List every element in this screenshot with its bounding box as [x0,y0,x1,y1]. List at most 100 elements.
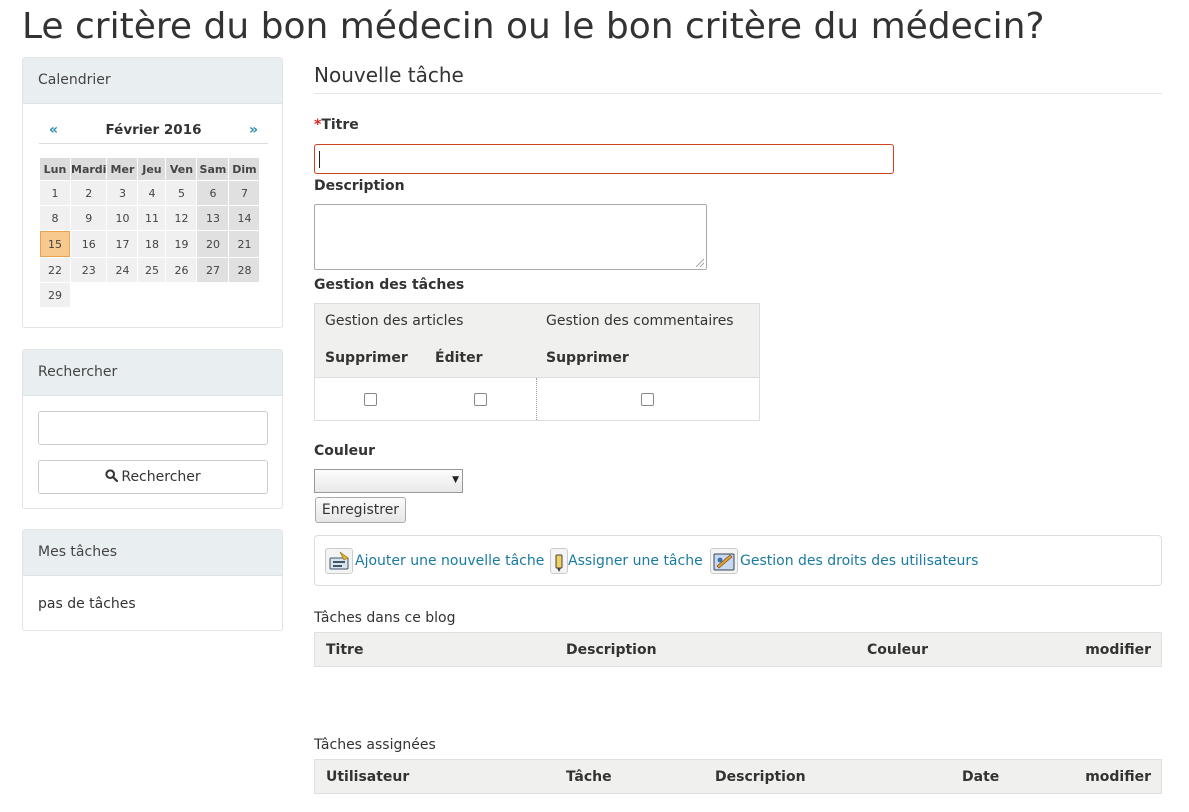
column-header-description: Description [566,642,657,658]
calendar-day-today[interactable]: 15 [40,231,70,257]
calendar-day[interactable]: 26 [166,258,197,282]
permission-cell [314,377,425,421]
calendar-day[interactable]: 7 [229,181,260,205]
calendar-day[interactable]: 1 [40,181,70,205]
calendar-day[interactable]: 8 [40,206,70,230]
column-header-edit: modifier [1085,642,1151,658]
column-header-color: Couleur [867,642,929,658]
manage-rights-label: Gestion des droits des utilisateurs [740,553,979,569]
column-header-date: Date [962,769,1000,785]
column-header-description: Description [715,769,806,785]
calendar-day[interactable]: 20 [197,231,229,257]
assign-task-icon [550,548,568,574]
calendar-empty-cell [71,283,106,307]
calendar-empty-cell [107,283,137,307]
delete-articles-checkbox[interactable] [363,392,377,406]
calendar-heading: Calendrier [23,58,282,104]
my-tasks-panel: Mes tâches pas de tâches [22,529,283,631]
calendar-day[interactable]: 18 [138,231,166,257]
calendar-empty-cell [197,283,228,307]
weekday-header: Mer [107,158,138,180]
description-textarea[interactable] [314,204,707,270]
permission-cell [425,377,536,421]
permission-cell [535,377,760,421]
calendar-empty-cell [229,283,259,307]
my-tasks-heading: Mes tâches [23,530,282,576]
calendar-panel: Calendrier « Février 2016 » Lun Mardi Me… [22,57,283,328]
calendar-day[interactable]: 16 [71,231,107,257]
weekday-header: Lun [40,158,70,180]
color-label: Couleur [314,443,376,459]
search-input[interactable] [38,411,268,445]
text-caret [319,151,320,168]
add-task-icon [325,548,353,574]
calendar-day[interactable]: 6 [197,181,229,205]
title-label-text: Titre [321,117,359,133]
save-button[interactable]: Enregistrer [315,497,406,523]
add-task-label: Ajouter une nouvelle tâche [355,553,545,569]
column-header-task: Tâche [566,769,612,785]
title-input[interactable] [314,144,894,174]
task-management-label: Gestion des tâches [314,277,465,293]
weekday-header: Sam [197,158,229,180]
permission-col-delete-comments: Supprimer [536,338,760,378]
calendar-day[interactable]: 5 [166,181,197,205]
calendar-day[interactable]: 24 [107,258,138,282]
calendar-day[interactable]: 11 [138,206,166,230]
calendar-grid: Lun Mardi Mer Jeu Ven Sam Dim 1 2 3 4 5 … [39,157,260,308]
permission-col-edit-articles: Éditer [425,338,536,378]
edit-articles-checkbox[interactable] [473,392,487,406]
title-label: *Titre [314,117,359,133]
task-actions-box: Ajouter une nouvelle tâche Assigner une … [314,535,1162,586]
column-header-edit: modifier [1085,769,1151,785]
calendar-nav: « Février 2016 » [39,119,268,144]
chevron-down-icon: ▼ [452,475,459,485]
permission-group-comments: Gestion des commentaires [536,303,760,338]
assigned-tasks-label: Tâches assignées [314,737,436,753]
permission-group-articles: Gestion des articles [314,303,536,338]
calendar-day[interactable]: 14 [229,206,260,230]
permission-col-delete-articles: Supprimer [314,338,425,378]
calendar-next-link[interactable]: » [249,122,258,138]
calendar-day[interactable]: 3 [107,181,138,205]
search-button[interactable]: Rechercher [38,460,268,494]
my-tasks-empty-text: pas de tâches [38,596,136,612]
blog-tasks-label: Tâches dans ce blog [314,610,456,626]
calendar-day[interactable]: 12 [166,206,197,230]
column-header-user: Utilisateur [326,769,410,785]
weekday-header: Mardi [71,158,107,180]
calendar-month: Février 2016 [105,122,202,138]
section-title: Nouvelle tâche [314,63,1162,94]
assign-task-label: Assigner une tâche [568,553,703,569]
calendar-day[interactable]: 9 [71,206,107,230]
delete-comments-checkbox[interactable] [641,392,655,406]
calendar-day[interactable]: 17 [107,231,138,257]
calendar-day[interactable]: 21 [229,231,260,257]
weekday-header: Jeu [138,158,166,180]
permissions-table: Gestion des articles Gestion des comment… [314,303,760,421]
calendar-day[interactable]: 29 [40,283,70,307]
calendar-day[interactable]: 10 [107,206,138,230]
description-label: Description [314,178,405,194]
page-title: Le critère du bon médecin ou le bon crit… [22,6,1045,47]
calendar-day[interactable]: 27 [197,258,229,282]
search-heading: Rechercher [23,350,282,396]
user-rights-icon [710,548,738,574]
calendar-day[interactable]: 23 [71,258,107,282]
search-icon [105,469,119,483]
calendar-day[interactable]: 13 [197,206,229,230]
calendar-day[interactable]: 19 [166,231,197,257]
calendar-day[interactable]: 2 [71,181,107,205]
calendar-day[interactable]: 22 [40,258,70,282]
blog-tasks-table-header: Titre Description Couleur modifier [314,632,1162,667]
calendar-day[interactable]: 28 [229,258,260,282]
color-select[interactable]: ▼ [314,469,463,493]
assigned-tasks-table-header: Utilisateur Tâche Description Date modif… [314,759,1162,794]
resize-grip-icon[interactable] [696,259,704,267]
weekday-header: Dim [229,158,260,180]
calendar-day[interactable]: 4 [138,181,166,205]
calendar-empty-cell [138,283,165,307]
calendar-day[interactable]: 25 [138,258,166,282]
calendar-empty-cell [166,283,196,307]
search-panel: Rechercher Rechercher [22,349,283,509]
